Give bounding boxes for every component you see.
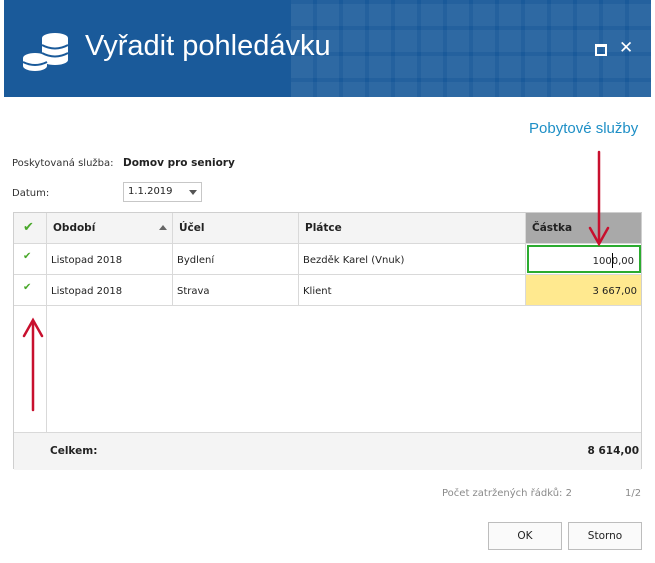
row-2-payer: Klient <box>299 275 526 306</box>
row-2-payer-text: Klient <box>303 286 332 297</box>
column-header-purpose[interactable]: Účel <box>173 213 299 244</box>
row-2-amount-value: 3 667,00 <box>592 286 637 297</box>
sort-ascending-icon <box>159 225 167 230</box>
row-1-amount-input[interactable]: 1000,00 <box>527 245 641 273</box>
column-header-period[interactable]: Období <box>47 213 173 244</box>
row-1-amount-value: 1000,00 <box>592 256 634 267</box>
checked-rows-count: Počet zatržených řádků: 2 <box>442 488 572 499</box>
row-2-purpose-text: Strava <box>177 286 210 297</box>
text-caret <box>612 253 613 268</box>
check-all-icon[interactable]: ✔ <box>23 220 34 235</box>
close-icon[interactable]: ✕ <box>619 38 633 58</box>
row-1-check-cell[interactable]: ✔ <box>14 244 47 275</box>
row-2-check-cell[interactable]: ✔ <box>14 275 47 306</box>
date-picker[interactable]: 1.1.2019 <box>123 182 202 202</box>
window-title: Vyřadit pohledávku <box>85 30 331 62</box>
totals-row: Celkem: 8 614,00 <box>14 432 641 470</box>
row-2-period-text: Listopad 2018 <box>51 286 123 297</box>
header-check-cell[interactable]: ✔ <box>14 213 47 244</box>
row-1-purpose: Bydlení <box>173 244 299 275</box>
service-value: Domov pro seniory <box>123 157 235 169</box>
column-header-purpose-label: Účel <box>179 222 205 234</box>
row-2-amount-cell[interactable]: 3 667,00 <box>526 275 641 306</box>
page-indicator: 1/2 <box>625 488 642 499</box>
cancel-button[interactable]: Storno <box>568 522 642 550</box>
service-category-heading: Pobytové služby <box>529 120 639 137</box>
column-header-amount[interactable]: Částka <box>526 213 641 244</box>
row-1-purpose-text: Bydlení <box>177 255 215 266</box>
receivables-grid: ✔ Období Účel Plátce Částka ✔ Listopad 2… <box>13 212 642 470</box>
row-1-check-icon[interactable]: ✔ <box>23 251 31 262</box>
date-value: 1.1.2019 <box>128 186 173 197</box>
total-label: Celkem: <box>50 445 98 457</box>
row-1-payer: Bezděk Karel (Vnuk) <box>299 244 526 275</box>
title-bar: Vyřadit pohledávku ✕ <box>4 0 651 97</box>
column-header-payer[interactable]: Plátce <box>299 213 526 244</box>
chevron-down-icon[interactable] <box>189 190 197 195</box>
row-1-period-text: Listopad 2018 <box>51 255 123 266</box>
row-2-check-icon[interactable]: ✔ <box>23 282 31 293</box>
ok-button[interactable]: OK <box>488 522 562 550</box>
check-column-filler <box>14 306 47 432</box>
row-2-purpose: Strava <box>173 275 299 306</box>
row-1-payer-text: Bezděk Karel (Vnuk) <box>303 255 405 266</box>
service-label: Poskytovaná služba: <box>12 158 114 169</box>
column-header-payer-label: Plátce <box>305 222 342 234</box>
date-label: Datum: <box>12 188 50 199</box>
row-1-period: Listopad 2018 <box>47 244 173 275</box>
column-header-period-label: Období <box>53 222 96 234</box>
row-2-period: Listopad 2018 <box>47 275 173 306</box>
column-header-amount-label: Částka <box>532 222 573 234</box>
total-value: 8 614,00 <box>587 445 639 457</box>
coins-icon <box>22 33 69 71</box>
maximize-icon[interactable] <box>595 44 607 56</box>
